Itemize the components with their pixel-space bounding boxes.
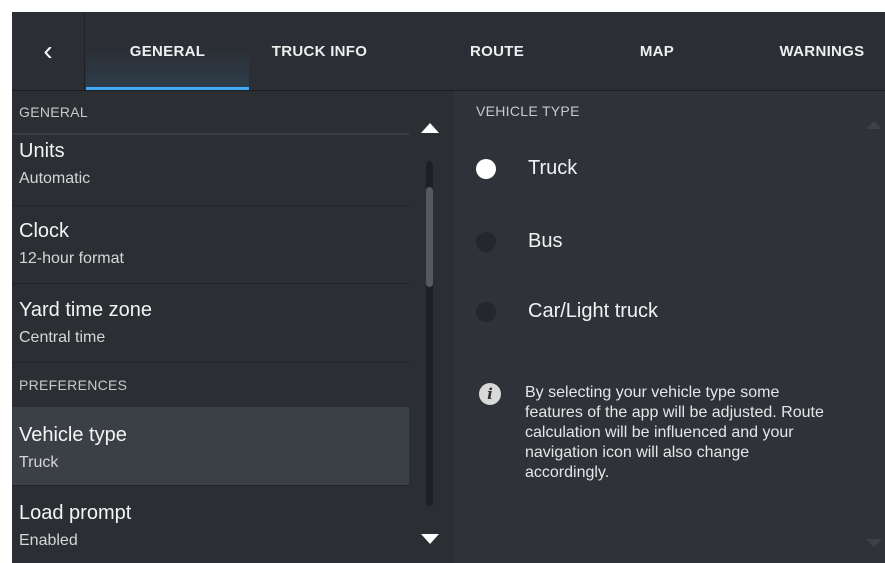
info-icon: i <box>479 383 501 405</box>
tab-general[interactable]: GENERAL <box>86 12 249 90</box>
radio-unchecked-icon[interactable] <box>476 302 496 322</box>
setting-title: Clock <box>19 220 70 242</box>
setting-title: Vehicle type <box>19 424 127 446</box>
tab-general-label: GENERAL <box>129 42 206 60</box>
detail-panel: VEHICLE TYPE Truck Bus Car/Light truck i… <box>454 91 885 563</box>
panel-scroll-down-icon[interactable] <box>866 539 882 547</box>
tab-warnings[interactable]: WARNINGS <box>767 12 877 90</box>
setting-item-vehicle-type[interactable]: Vehicle type Truck <box>12 407 409 486</box>
setting-value: Truck <box>19 454 59 471</box>
info-text: By selecting your vehicle type some feat… <box>525 384 824 481</box>
section-header-preferences: PREFERENCES <box>19 377 128 393</box>
radio-checked-icon[interactable] <box>476 159 496 179</box>
chevron-left-icon: ‹ <box>43 35 53 66</box>
list-scrollbar <box>409 91 454 563</box>
setting-value: Central time <box>19 329 106 346</box>
radio-label: Bus <box>528 230 563 252</box>
section-header-general: GENERAL <box>19 104 89 120</box>
scroll-up-arrow-icon[interactable] <box>421 123 439 133</box>
tab-route-label: ROUTE <box>470 42 524 60</box>
setting-value: Automatic <box>19 170 91 187</box>
setting-item-clock[interactable]: Clock 12-hour format <box>12 206 409 284</box>
scroll-down-arrow-icon[interactable] <box>421 534 439 544</box>
vehicle-type-header: VEHICLE TYPE <box>476 103 580 119</box>
setting-title: Units <box>19 140 65 162</box>
radio-option-truck[interactable]: Truck <box>476 149 856 189</box>
tab-truck-info-label: TRUCK INFO <box>271 42 368 60</box>
tab-map-label: MAP <box>639 42 675 60</box>
radio-option-bus[interactable]: Bus <box>476 222 856 262</box>
tab-route[interactable]: ROUTE <box>457 12 537 90</box>
setting-value: Enabled <box>19 532 78 549</box>
tab-warnings-label: WARNINGS <box>779 42 865 60</box>
radio-label: Car/Light truck <box>528 300 659 322</box>
tab-truck-info[interactable]: TRUCK INFO <box>252 12 387 90</box>
tab-bar: ‹ GENERAL TRUCK INFO ROUTE MAP WARNINGS <box>12 12 885 91</box>
radio-label: Truck <box>528 157 578 179</box>
radio-option-car-light-truck[interactable]: Car/Light truck <box>476 292 856 332</box>
tab-map[interactable]: MAP <box>617 12 697 90</box>
settings-screen: ‹ GENERAL TRUCK INFO ROUTE MAP WARNINGS … <box>12 12 885 563</box>
setting-item-units[interactable]: Units Automatic <box>12 135 409 206</box>
scroll-thumb[interactable] <box>426 187 433 287</box>
radio-unchecked-icon[interactable] <box>476 232 496 252</box>
panel-scroll-up-icon[interactable] <box>866 121 882 129</box>
setting-item-yard-time-zone[interactable]: Yard time zone Central time <box>12 284 409 363</box>
setting-item-load-prompt[interactable]: Load prompt Enabled <box>12 486 409 563</box>
back-button[interactable]: ‹ <box>12 12 85 90</box>
settings-list: GENERAL Units Automatic Clock 12-hour fo… <box>12 91 409 563</box>
setting-title: Yard time zone <box>19 299 153 321</box>
setting-value: 12-hour format <box>19 250 124 267</box>
setting-title: Load prompt <box>19 502 132 524</box>
